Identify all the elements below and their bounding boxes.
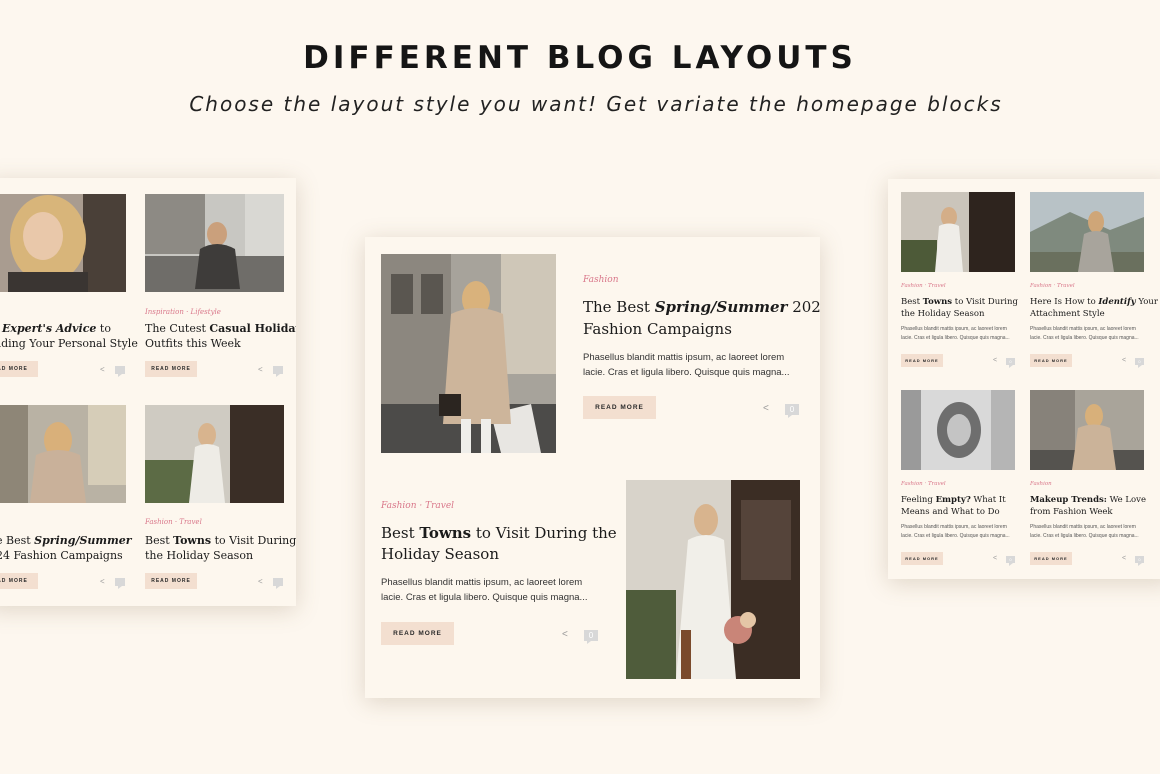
post-title-line2[interactable]: the Holiday Season — [901, 309, 984, 319]
share-icon[interactable]: < — [993, 555, 997, 562]
post-category[interactable]: Fashion · Travel — [381, 501, 454, 511]
comment-bubble-icon[interactable] — [273, 578, 283, 589]
share-icon[interactable]: < — [763, 403, 769, 414]
post-image-mountain-view[interactable] — [1030, 192, 1144, 272]
comment-bubble-icon[interactable] — [115, 578, 125, 589]
read-more-button[interactable]: READ MORE — [901, 354, 943, 367]
read-more-button[interactable]: READ MORE — [1030, 354, 1072, 367]
post-title[interactable]: The Best Spring/Summer 2024 — [583, 298, 820, 316]
post-title-line2[interactable]: Means and What to Do — [901, 507, 1000, 517]
post-excerpt-line2: lacie. Cras et ligula libero. Quisque qu… — [381, 592, 588, 603]
read-more-button[interactable]: READ MORE — [145, 573, 197, 589]
post-title-line2[interactable]: from Fashion Week — [1030, 507, 1113, 517]
post-image-beige-coat[interactable] — [0, 405, 126, 503]
post-title-line2[interactable]: nding Your Personal Style — [0, 337, 138, 350]
share-icon[interactable]: < — [1122, 555, 1126, 562]
comment-bubble-icon[interactable]: 0 — [1006, 358, 1015, 368]
read-more-button[interactable]: READ MORE — [381, 622, 454, 645]
post-excerpt: Phasellus blandit mattis ipsum, ac laore… — [901, 524, 1007, 530]
comment-bubble-icon[interactable]: 0 — [584, 630, 598, 644]
post-excerpt-line2: lacie. Cras et ligula libero. Quisque qu… — [1030, 335, 1139, 341]
post-image-street-sitting[interactable] — [145, 194, 284, 292]
post-image-doorway[interactable] — [901, 192, 1015, 272]
share-icon[interactable]: < — [100, 365, 105, 374]
post-title[interactable]: Best Towns to Visit During — [901, 297, 1018, 307]
post-excerpt: Phasellus blandit mattis ipsum, ac laore… — [901, 326, 1007, 332]
comment-bubble-icon[interactable]: 0 — [1135, 556, 1144, 566]
page-subheading: Choose the layout style you want! Get va… — [189, 92, 1003, 116]
post-category[interactable]: Fashion · Travel — [145, 518, 202, 526]
post-title[interactable]: Best Towns to Visit During the — [381, 524, 617, 542]
post-excerpt-line2: lacie. Cras et ligula libero. Quisque qu… — [901, 533, 1010, 539]
post-excerpt: Phasellus blandit mattis ipsum, ac laore… — [1030, 326, 1136, 332]
share-icon[interactable]: < — [100, 577, 105, 586]
post-image-black-white-portrait[interactable] — [901, 390, 1015, 470]
post-excerpt-line2: lacie. Cras et ligula libero. Quisque qu… — [1030, 533, 1139, 539]
read-more-button[interactable]: READ MORE — [0, 361, 38, 377]
post-title[interactable]: Feeling Empty? What It — [901, 495, 1006, 505]
read-more-button[interactable]: READ MORE — [0, 573, 38, 589]
post-category[interactable]: Fashion — [583, 275, 619, 285]
post-image-flower-bouquet[interactable] — [626, 480, 800, 679]
post-title-line2[interactable]: 24 Fashion Campaigns — [0, 549, 123, 562]
read-more-button[interactable]: READ MORE — [901, 552, 943, 565]
post-category[interactable]: Fashion — [1030, 481, 1052, 487]
read-more-button[interactable]: READ MORE — [583, 396, 656, 419]
post-title[interactable]: The Cutest Casual Holiday — [145, 322, 296, 335]
read-more-button[interactable]: READ MORE — [1030, 552, 1072, 565]
right-layout-preview: Fashion · Travel Best Towns to Visit Dur… — [888, 179, 1160, 579]
post-category[interactable]: Fashion · Travel — [901, 481, 946, 487]
post-image-blonde-portrait[interactable] — [0, 194, 126, 292]
center-layout-preview: Fashion The Best Spring/Summer 2024 Fash… — [365, 237, 820, 698]
post-excerpt-line2: lacie. Cras et ligula libero. Quisque qu… — [901, 335, 1010, 341]
post-title-line2[interactable]: Fashion Campaigns — [583, 320, 732, 338]
share-icon[interactable]: < — [258, 577, 263, 586]
comment-bubble-icon[interactable]: 0 — [1006, 556, 1015, 566]
post-image-street-coat[interactable] — [1030, 390, 1144, 470]
post-title[interactable]: Makeup Trends: We Love — [1030, 495, 1146, 505]
post-title-line2[interactable]: Holiday Season — [381, 545, 499, 563]
post-image-trench-coat[interactable] — [381, 254, 556, 453]
page-heading: DIFFERENT BLOG LAYOUTS — [303, 40, 857, 76]
share-icon[interactable]: < — [258, 365, 263, 374]
comment-bubble-icon[interactable] — [273, 366, 283, 377]
comment-bubble-icon[interactable]: 0 — [785, 404, 799, 418]
post-category[interactable]: Fashion · Travel — [901, 283, 946, 289]
post-title-line2[interactable]: the Holiday Season — [145, 549, 253, 562]
post-title[interactable]: Best Towns to Visit During — [145, 534, 296, 547]
post-title-line2[interactable]: Outfits this Week — [145, 337, 241, 350]
post-category[interactable]: Fashion · Travel — [1030, 283, 1075, 289]
post-title[interactable]: Expert's Advice to — [2, 322, 111, 335]
share-icon[interactable]: < — [1122, 357, 1126, 364]
share-icon[interactable]: < — [993, 357, 997, 364]
share-icon[interactable]: < — [562, 629, 568, 640]
post-image-white-dress[interactable] — [145, 405, 284, 503]
read-more-button[interactable]: READ MORE — [145, 361, 197, 377]
post-excerpt: Phasellus blandit mattis ipsum, ac laore… — [381, 577, 583, 588]
left-layout-preview: Expert's Advice to nding Your Personal S… — [0, 178, 296, 606]
post-title-line2[interactable]: Attachment Style — [1030, 309, 1105, 319]
comment-bubble-icon[interactable] — [115, 366, 125, 377]
post-title[interactable]: e Best Spring/Summer — [0, 534, 132, 547]
comment-bubble-icon[interactable]: 0 — [1135, 358, 1144, 368]
post-excerpt: Phasellus blandit mattis ipsum, ac laore… — [1030, 524, 1136, 530]
post-excerpt-line2: lacie. Cras et ligula libero. Quisque qu… — [583, 367, 790, 378]
post-title[interactable]: Here Is How to Identify Your — [1030, 297, 1158, 307]
post-category[interactable]: Inspiration · Lifestyle — [145, 308, 221, 316]
post-excerpt: Phasellus blandit mattis ipsum, ac laore… — [583, 352, 785, 363]
